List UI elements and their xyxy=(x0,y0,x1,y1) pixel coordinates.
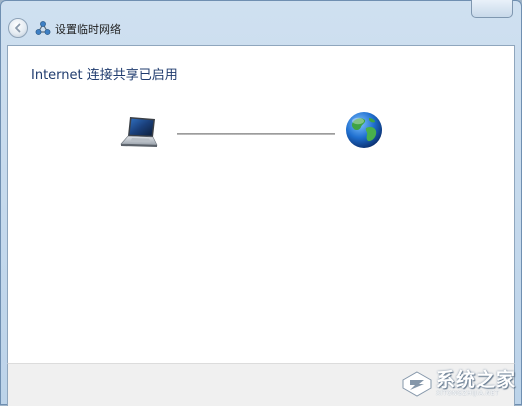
network-adhoc-icon xyxy=(35,21,51,35)
close-button[interactable] xyxy=(471,0,513,18)
globe-icon xyxy=(346,112,382,148)
back-button[interactable] xyxy=(8,18,28,38)
laptop-icon xyxy=(120,117,158,147)
window-title: 设置临时网络 xyxy=(55,23,121,36)
connection-line xyxy=(177,133,335,135)
title-bar: 设置临时网络 xyxy=(1,0,521,45)
back-arrow-icon xyxy=(15,23,21,33)
watermark-brand: 系统之家 xyxy=(435,369,516,391)
wizard-window: 设置临时网络 xyxy=(0,0,522,406)
watermark-url: XITONGZHIJIA.NET xyxy=(435,390,500,397)
watermark: 系统之家 XITONGZHIJIA.NET xyxy=(402,370,516,398)
content-panel xyxy=(7,45,515,363)
status-heading: Internet 连接共享已启用 xyxy=(31,68,178,83)
watermark-logo-icon xyxy=(402,371,432,397)
